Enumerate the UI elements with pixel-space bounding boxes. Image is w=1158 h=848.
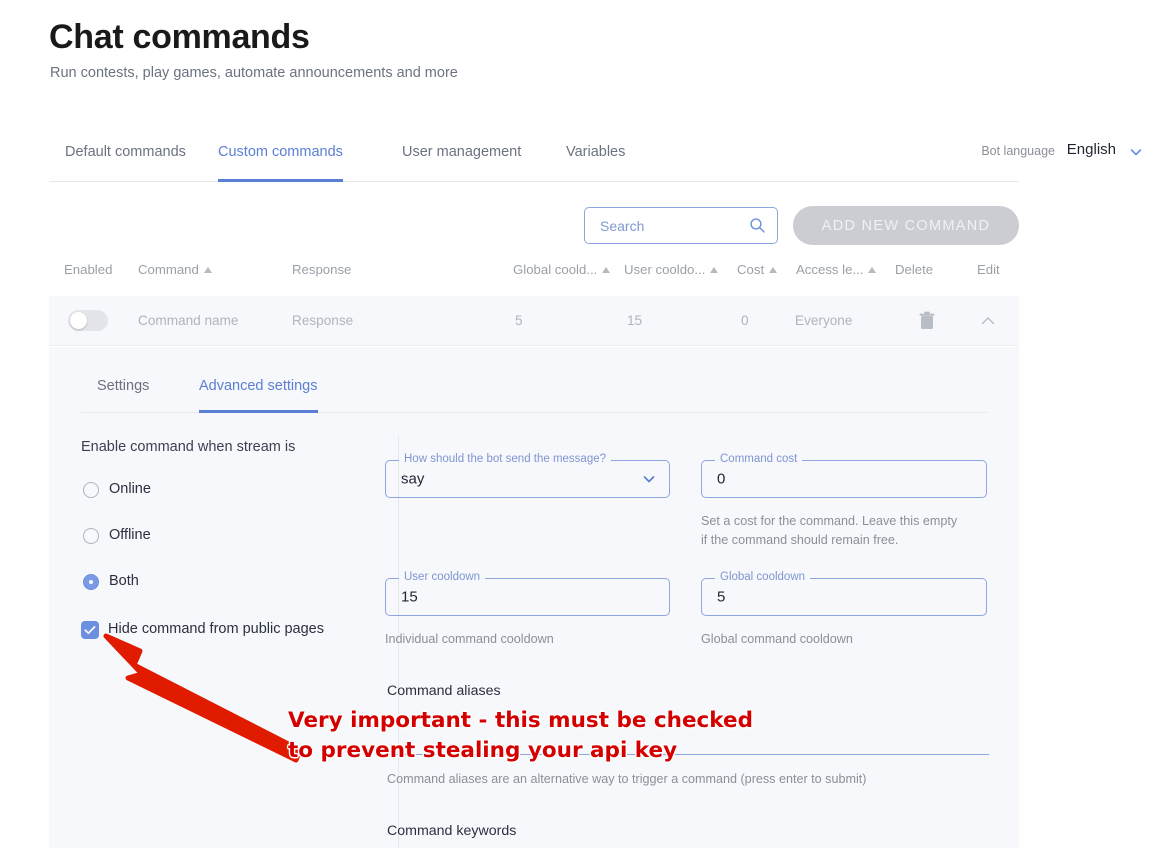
chevron-down-icon[interactable] (1128, 144, 1144, 160)
subtab-label: Advanced settings (199, 378, 318, 394)
column-header-access-level[interactable]: Access le... (796, 262, 877, 277)
command-cost-legend: Command cost (715, 453, 803, 465)
panel-subtabs: Settings Advanced settings (81, 367, 987, 413)
subtab-label: Settings (97, 378, 150, 394)
command-aliases-label: Command aliases (387, 683, 501, 699)
radio-both[interactable]: Both (81, 573, 346, 595)
column-label: Access le... (796, 262, 864, 277)
global-cooldown-field[interactable]: Global cooldown 5 (701, 571, 987, 616)
tab-label: User management (402, 144, 522, 160)
chevron-down-icon[interactable] (641, 471, 657, 487)
radio-online[interactable]: Online (81, 481, 346, 503)
tab-label: Custom commands (218, 144, 343, 160)
column-header-cost[interactable]: Cost (737, 262, 778, 277)
commands-table-header: Enabled Command Response Global coold...… (49, 262, 1019, 292)
column-header-delete: Delete (895, 262, 933, 277)
command-aliases-input[interactable] (387, 727, 989, 755)
tab-label: Default commands (65, 144, 186, 160)
stream-state-label: Enable command when stream is (81, 439, 296, 455)
stream-state-group: Enable command when stream is Online Off… (81, 439, 346, 643)
sort-ascending-icon[interactable] (710, 267, 719, 273)
main-tabbar: Default commands Custom commands User ma… (49, 130, 1019, 182)
column-label: Cost (737, 262, 765, 277)
command-cost-helper: Set a cost for the command. Leave this e… (701, 514, 958, 547)
command-aliases-helper: Command aliases are an alternative way t… (387, 772, 867, 786)
column-label: Global coold... (513, 262, 598, 277)
radio-label: Offline (109, 527, 151, 543)
column-header-user-cooldown[interactable]: User cooldo... (624, 262, 719, 277)
radio-circle-icon[interactable] (83, 528, 99, 544)
column-label: Delete (895, 262, 934, 277)
column-label: User cooldo... (624, 262, 706, 277)
tab-label: Variables (566, 144, 626, 160)
search-input[interactable] (598, 208, 738, 243)
bot-language-label: Bot language (981, 144, 1055, 158)
send-method-legend: How should the bot send the message? (399, 453, 612, 465)
sort-ascending-icon[interactable] (203, 267, 212, 273)
cell-cost: 0 (741, 313, 749, 328)
column-header-command[interactable]: Command (138, 262, 212, 277)
user-cooldown-helper: Individual command cooldown (385, 632, 554, 646)
radio-label: Online (109, 481, 151, 497)
column-label: Edit (977, 262, 1000, 277)
radio-circle-selected-icon[interactable] (83, 574, 99, 590)
user-cooldown-legend: User cooldown (399, 571, 486, 583)
tab-custom-commands[interactable]: Custom commands (218, 130, 343, 182)
column-header-edit: Edit (977, 262, 1000, 277)
app-root: Chat commands Run contests, play games, … (0, 0, 1158, 848)
add-new-command-button[interactable]: ADD NEW COMMAND (793, 206, 1019, 245)
subtab-active-underline (199, 410, 318, 413)
send-method-field[interactable]: How should the bot send the message? say (385, 453, 670, 498)
radio-circle-icon[interactable] (83, 482, 99, 498)
cell-response: Response (292, 313, 354, 328)
column-header-response: Response (292, 262, 351, 277)
global-cooldown-helper: Global command cooldown (701, 632, 853, 646)
tab-default-commands[interactable]: Default commands (65, 130, 186, 182)
sort-ascending-icon[interactable] (602, 267, 611, 273)
bot-language-value[interactable]: English (1067, 141, 1116, 158)
column-header-global-cooldown[interactable]: Global coold... (513, 262, 611, 277)
hide-command-checkbox-row[interactable]: Hide command from public pages (81, 621, 346, 643)
cell-global-cooldown: 5 (515, 313, 523, 328)
global-cooldown-value: 5 (717, 588, 726, 606)
column-label: Response (292, 262, 352, 277)
table-row[interactable]: Command name Response 5 15 0 Everyone (49, 296, 1019, 346)
command-cost-field[interactable]: Command cost 0 (701, 453, 987, 498)
cell-access-level: Everyone (795, 313, 853, 328)
global-cooldown-legend: Global cooldown (715, 571, 811, 583)
enabled-toggle[interactable] (68, 310, 108, 331)
subtab-settings[interactable]: Settings (97, 367, 149, 413)
checkbox-checked[interactable] (81, 621, 99, 639)
cell-command: Command name (138, 313, 239, 328)
search-icon[interactable] (749, 217, 766, 234)
user-cooldown-field[interactable]: User cooldown 15 (385, 571, 670, 616)
tab-user-management[interactable]: User management (402, 130, 521, 182)
toggle-knob (70, 312, 87, 329)
page-title: Chat commands (49, 18, 310, 56)
send-method-value: say (401, 470, 425, 488)
column-label: Enabled (64, 262, 113, 277)
subtab-advanced-settings[interactable]: Advanced settings (199, 367, 318, 413)
sort-ascending-icon[interactable] (868, 267, 877, 273)
tab-active-underline (218, 179, 343, 182)
radio-offline[interactable]: Offline (81, 527, 346, 549)
search-box[interactable] (584, 207, 778, 244)
page-subtitle: Run contests, play games, automate annou… (50, 65, 458, 81)
trash-icon[interactable] (917, 310, 937, 332)
chevron-up-icon[interactable] (979, 312, 997, 330)
column-header-enabled: Enabled (64, 262, 112, 277)
check-icon (84, 626, 96, 635)
radio-label: Both (109, 573, 139, 589)
command-keywords-label: Command keywords (387, 823, 517, 839)
command-detail-panel: Settings Advanced settings Enable comman… (49, 347, 1019, 848)
user-cooldown-value: 15 (401, 588, 418, 606)
hide-command-label: Hide command from public pages (108, 621, 324, 637)
tab-variables[interactable]: Variables (566, 130, 625, 182)
cell-user-cooldown: 15 (627, 313, 643, 328)
command-cost-value: 0 (717, 470, 726, 488)
sort-ascending-icon[interactable] (769, 267, 778, 273)
column-label: Command (138, 262, 199, 277)
